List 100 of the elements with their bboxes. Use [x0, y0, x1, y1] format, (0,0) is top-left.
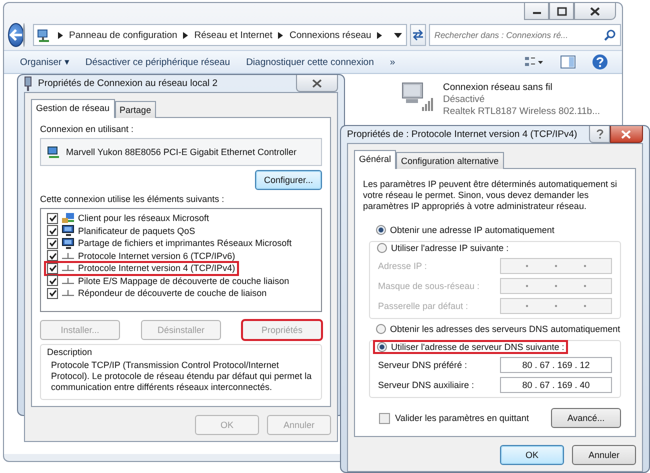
list-item[interactable]: Client pour les réseaux Microsoft	[45, 212, 212, 224]
list-item[interactable]: Protocole Internet version 4 (TCP/IPv4)	[45, 262, 238, 274]
radio-option[interactable]: Utiliser l'adresse de serveur DNS suivante :	[374, 341, 568, 353]
checkbox[interactable]	[47, 275, 58, 286]
validate-checkbox-option[interactable]: Valider les paramètres en quittant	[379, 412, 529, 424]
checkbox[interactable]	[47, 288, 58, 299]
restore-button[interactable]	[549, 3, 574, 20]
address-bar[interactable]: Panneau de configuration Réseau et Internet Connexions réseau	[33, 24, 408, 46]
search-field[interactable]: Rechercher dans : Connexions ré...	[429, 24, 622, 46]
network-adapter-icon	[47, 146, 60, 158]
tab[interactable]: Gestion de réseau	[31, 99, 115, 118]
tab[interactable]: Général	[354, 150, 396, 169]
radio-button[interactable]	[377, 342, 387, 352]
checkbox[interactable]	[47, 212, 58, 224]
ip-address-field[interactable]	[500, 258, 612, 274]
network-service-icon	[62, 225, 74, 236]
help-button[interactable]	[589, 126, 610, 143]
toolbar-button[interactable]: Organiser ▾	[20, 56, 70, 68]
field-label: Adresse IP :	[378, 261, 427, 271]
close-button[interactable]	[610, 126, 643, 143]
ip-address-field[interactable]: 80 . 67 . 169 . 40	[500, 377, 612, 393]
dialog-button[interactable]: Annuler	[572, 445, 636, 465]
refresh-button[interactable]	[410, 24, 426, 46]
field-label: Cette connexion utilise les éléments suivants :	[40, 194, 226, 204]
search-icon[interactable]	[604, 29, 616, 41]
help-icon[interactable]	[596, 129, 604, 139]
item-label: Client pour les réseaux Microsoft	[78, 213, 210, 224]
preview-pane-icon[interactable]	[560, 55, 576, 69]
restore-icon[interactable]	[556, 6, 566, 16]
chevron-icon[interactable]	[278, 32, 284, 38]
radio-option[interactable]: Obtenir une adresse IP automatiquement	[373, 224, 558, 236]
close-button[interactable]	[574, 3, 616, 20]
toolbar-button[interactable]: Désactiver ce périphérique réseau	[85, 56, 230, 68]
close-icon[interactable]	[312, 78, 322, 88]
checkbox[interactable]	[47, 250, 58, 262]
protocol-icon	[62, 290, 74, 296]
intro-text: Les paramètres IP peuvent être déterminés automatiquement si votre réseau le permet. Sinon, vous devez demander les paramètres IP appropriés à votre administrateur réseau.	[363, 179, 618, 212]
network-client-icon	[62, 212, 74, 224]
network-adapter-icon	[24, 76, 32, 91]
protocol-icon	[62, 252, 74, 259]
item-label: Répondeur de découverte de couche de liaison	[78, 288, 267, 298]
chevron-icon[interactable]	[377, 32, 382, 38]
back-arrow-icon[interactable]	[9, 29, 23, 41]
item-label: Protocole Internet version 6 (TCP/IPv6)	[78, 250, 236, 261]
tab[interactable]: Configuration alternative	[396, 152, 504, 169]
dropdown-icon[interactable]	[394, 32, 402, 38]
item-label: Partage de fichiers et imprimantes Réseaux Microsoft	[78, 238, 292, 248]
item-label: Planificateur de paquets QoS	[78, 226, 196, 236]
radio-button[interactable]	[376, 324, 386, 334]
ip-address-field[interactable]	[500, 298, 612, 314]
ip-address-field[interactable]	[500, 278, 612, 294]
toolbar-button[interactable]: »	[390, 56, 396, 68]
item-label: Protocole Internet version 4 (TCP/IPv4)	[78, 263, 236, 274]
group-label: Description	[47, 347, 94, 357]
close-button[interactable]	[296, 75, 338, 92]
checkbox[interactable]	[379, 412, 390, 424]
toolbar-button[interactable]: Diagnostiquer cette connexion	[246, 56, 374, 68]
ip-address-field[interactable]: 80 . 67 . 169 . 12	[500, 357, 612, 373]
radio-button[interactable]	[376, 225, 386, 235]
breadcrumb-item[interactable]: Panneau de configuration	[69, 30, 178, 40]
item-label: Pilote E/S Mappage de découverte de couche liaison	[78, 276, 290, 286]
checkbox[interactable]	[47, 262, 58, 274]
field-label: Masque de sous-réseau :	[378, 281, 480, 291]
network-service-icon	[62, 238, 74, 249]
list-item[interactable]: Partage de fichiers et imprimantes Réseaux Microsoft	[45, 237, 295, 250]
connection-name[interactable]: Connexion réseau sans fil	[443, 82, 600, 93]
radio-option[interactable]: Obtenir les adresses des serveurs DNS automatiquement	[373, 323, 624, 335]
description-text: Protocole TCP/IP (Transmission Control Protocol/Internet Protocol). Le protocole de réseau étendu par défaut qui permet la communication entre différents réseaux interconnectés.	[51, 360, 313, 393]
field-label: Passerelle par défaut :	[378, 301, 468, 311]
advanced-button[interactable]: Avancé...	[551, 408, 621, 428]
dialog-button[interactable]: OK	[500, 445, 564, 465]
close-icon[interactable]	[590, 6, 600, 16]
chevron-icon[interactable]	[183, 32, 188, 38]
protocol-icon	[62, 265, 74, 272]
breadcrumb-item[interactable]: Connexions réseau	[289, 30, 372, 40]
list-item[interactable]: Protocole Internet version 6 (TCP/IPv6)	[45, 250, 238, 262]
connection-device: Realtek RTL8187 Wireless 802.11b...	[443, 106, 600, 117]
list-item[interactable]: Répondeur de découverte de couche de liaison	[45, 287, 270, 300]
field-label: Serveur DNS préféré :	[378, 360, 468, 370]
help-icon[interactable]	[592, 54, 608, 70]
radio-button[interactable]	[377, 243, 387, 253]
wireless-computer-icon	[402, 82, 435, 112]
breadcrumb-item[interactable]: Réseau et Internet	[194, 30, 272, 40]
configure-button[interactable]: Configurer...	[254, 170, 322, 190]
field-label: Serveur DNS auxiliaire :	[378, 380, 474, 390]
view-options-icon[interactable]	[524, 55, 544, 69]
adapter-name: Marvell Yukon 88E8056 PCI-E Gigabit Ethernet Controller	[66, 147, 296, 157]
refresh-icon[interactable]	[411, 29, 426, 41]
tab[interactable]: Partage	[114, 101, 156, 118]
dialog-title: Propriétés de Connexion au réseau local 2	[38, 78, 218, 89]
back-button[interactable]	[8, 23, 24, 47]
field-label: Connexion en utilisant :	[40, 124, 135, 134]
protocol-icon	[62, 278, 74, 284]
list-item[interactable]: Planificateur de paquets QoS	[45, 224, 198, 237]
checkbox[interactable]	[47, 225, 58, 236]
chevron-icon[interactable]	[58, 32, 63, 38]
checkbox[interactable]	[47, 238, 58, 249]
dialog-title: Propriétés de : Protocole Internet version 4 (TCP/IPv4)	[347, 129, 578, 140]
list-item[interactable]: Pilote E/S Mappage de découverte de couche liaison	[45, 274, 292, 287]
minimize-button[interactable]	[524, 3, 549, 20]
